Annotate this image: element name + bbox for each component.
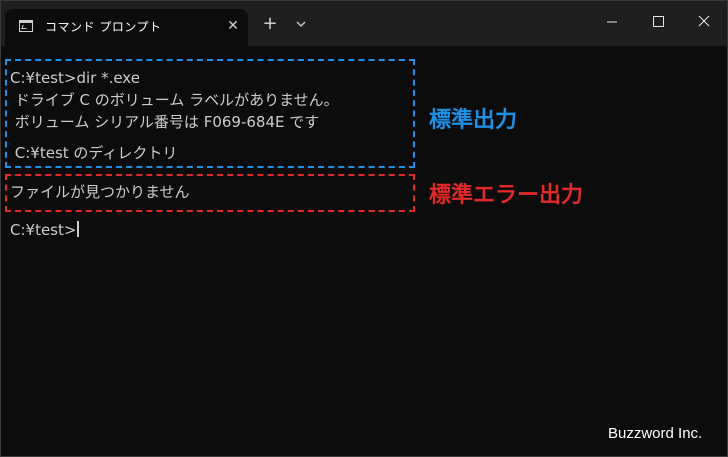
tab-close-icon[interactable]: ✕ [223,16,243,36]
maximize-button[interactable] [635,1,681,41]
close-button[interactable] [681,1,727,41]
stderr-highlight-box [5,174,415,212]
minimize-icon [607,21,617,23]
console-prompt-line: C:¥test> [10,220,80,240]
chevron-down-icon[interactable] [291,15,311,33]
text-cursor [77,221,80,237]
watermark-text: Buzzword Inc. [608,425,703,442]
console-output[interactable]: C:¥test>dir *.exe ドライブ C のボリューム ラベルがありませ… [1,46,727,456]
prompt-text: C:¥test> [10,221,77,239]
tab-command-prompt[interactable]: コマンド プロンプト ✕ [5,9,248,46]
stderr-label: 標準エラー出力 [429,183,584,208]
tab-title: コマンド プロンプト [45,20,162,34]
stdout-label: 標準出力 [429,108,518,133]
terminal-icon [19,20,33,32]
new-tab-button[interactable]: + [259,13,281,35]
close-icon [698,15,710,27]
terminal-window: コマンド プロンプト ✕ + C:¥test>dir *.exe ドライブ C … [0,0,728,457]
minimize-button[interactable] [589,1,635,41]
maximize-icon [653,16,664,27]
stdout-highlight-box [5,59,415,168]
title-bar: コマンド プロンプト ✕ + [1,1,727,46]
